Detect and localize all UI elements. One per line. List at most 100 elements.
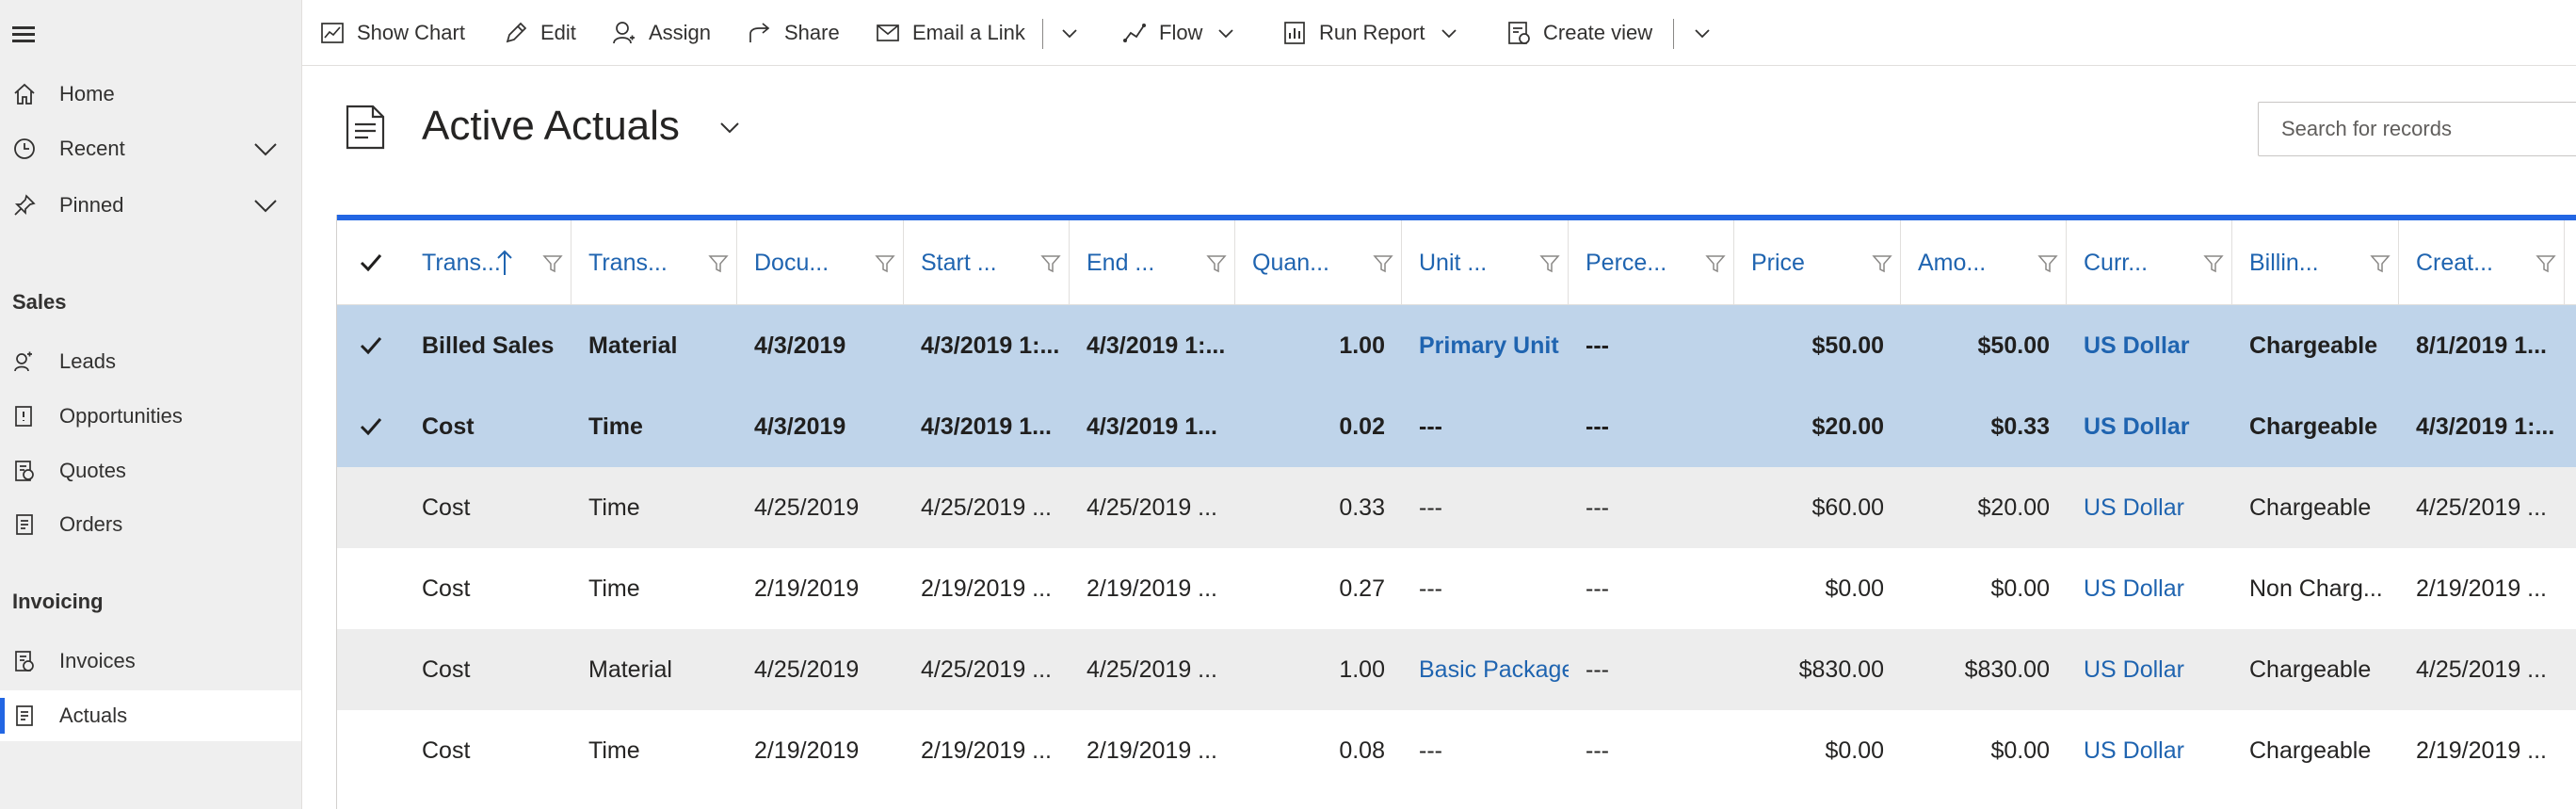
table-cell: ---: [1586, 413, 1609, 440]
chevron-down-icon[interactable]: [252, 136, 279, 162]
column-header[interactable]: Price: [1734, 220, 1901, 305]
filter-icon[interactable]: [1539, 253, 1560, 274]
table-cell: Material: [588, 655, 672, 683]
flow-icon: [1123, 24, 1146, 42]
column-header-label: Trans...: [422, 249, 501, 276]
sidebar-item-home[interactable]: Home: [0, 69, 301, 120]
row-checkbox[interactable]: [337, 467, 405, 548]
filter-icon[interactable]: [1872, 253, 1892, 274]
table-row[interactable]: Cost Time 2/19/2019 2/19/2019 ... 2/19/2019 …: [337, 710, 2576, 791]
table-cell: 4/25/2019: [754, 655, 860, 683]
person-icon: [613, 22, 635, 44]
column-header[interactable]: Curr...: [2067, 220, 2232, 305]
table-row[interactable]: Cost Time 2/19/2019 2/19/2019 ... 2/19/2019 …: [337, 548, 2576, 629]
report-icon: [1284, 22, 1305, 44]
table-cell[interactable]: US Dollar: [2067, 629, 2232, 710]
table-cell: ---: [1586, 493, 1609, 521]
table-cell[interactable]: US Dollar: [2067, 305, 2232, 386]
view-selector-chevron-icon[interactable]: [716, 114, 744, 142]
column-header[interactable]: End ...: [1070, 220, 1235, 305]
table-row[interactable]: Cost Time 4/3/2019 4/3/2019 1... 4/3/2019 1.…: [337, 386, 2576, 467]
chevron-down-icon[interactable]: [1055, 19, 1084, 47]
row-checkbox[interactable]: [337, 305, 405, 386]
row-checkbox[interactable]: [337, 386, 405, 467]
column-header[interactable]: Start ...: [904, 220, 1070, 305]
edit-button[interactable]: Edit: [503, 15, 576, 51]
filter-icon[interactable]: [1705, 253, 1726, 274]
column-header[interactable]: Creat...: [2399, 220, 2565, 305]
show-chart-button[interactable]: Show Chart: [319, 15, 465, 51]
table-cell: 0.33: [1339, 493, 1385, 521]
column-header-label: Curr...: [2084, 249, 2149, 276]
table-row[interactable]: Cost Material 4/25/2019 4/25/2019 ... 4/25/2…: [337, 629, 2576, 710]
assign-button[interactable]: Assign: [611, 15, 711, 51]
sidebar-item-actuals[interactable]: Actuals: [0, 690, 301, 741]
email-a-link-button[interactable]: Email a Link: [875, 15, 1025, 51]
group-title-sales: Sales: [12, 290, 67, 314]
select-all-checkbox[interactable]: [337, 220, 405, 305]
table-cell[interactable]: US Dollar: [2067, 467, 2232, 548]
sidebar: Home Recent Pinned Sales Leads Opportuni…: [0, 0, 302, 809]
column-header[interactable]: Docu...: [737, 220, 904, 305]
table-cell: $0.00: [1990, 736, 2050, 764]
table-cell[interactable]: Primary Unit: [1402, 305, 1569, 386]
flow-button[interactable]: Flow: [1121, 15, 1238, 51]
column-header[interactable]: Trans...: [405, 220, 572, 305]
table-cell: 8/1/2019 1...: [2416, 332, 2548, 359]
table-row[interactable]: Billed Sales Material 4/3/2019 4/3/2019 1:.…: [337, 305, 2576, 386]
table-cell: Cost: [422, 493, 471, 521]
row-checkbox[interactable]: [337, 548, 405, 629]
share-button[interactable]: Share: [747, 15, 840, 51]
table-cell: 2/19/2019 ...: [2416, 574, 2548, 602]
column-header[interactable]: Unit ...: [1402, 220, 1569, 305]
filter-icon[interactable]: [875, 253, 895, 274]
row-checkbox[interactable]: [337, 629, 405, 710]
filter-icon[interactable]: [542, 253, 563, 274]
column-header[interactable]: Billin...: [2232, 220, 2399, 305]
column-header[interactable]: Amo...: [1901, 220, 2067, 305]
sidebar-item-pinned[interactable]: Pinned: [0, 180, 301, 231]
table-cell: Chargeable: [2249, 413, 2378, 440]
hamburger-menu-icon[interactable]: [12, 23, 35, 45]
sidebar-item-orders[interactable]: Orders: [0, 499, 301, 550]
sidebar-item-quotes[interactable]: Quotes: [0, 445, 301, 496]
table-cell: 1.00: [1339, 332, 1385, 359]
table-cell: 4/3/2019 1...: [1087, 413, 1218, 440]
filter-icon[interactable]: [1373, 253, 1393, 274]
chevron-down-icon: [1218, 29, 1234, 39]
chevron-down-icon[interactable]: [252, 192, 279, 218]
table-cell: 4/3/2019: [754, 413, 846, 440]
filter-icon[interactable]: [2536, 253, 2556, 274]
table-cell: 4/25/2019 ...: [921, 655, 1053, 683]
filter-icon[interactable]: [708, 253, 729, 274]
sidebar-item-leads[interactable]: Leads: [0, 336, 301, 387]
create-view-icon: [1508, 22, 1530, 44]
filter-icon[interactable]: [1206, 253, 1227, 274]
filter-icon[interactable]: [2203, 253, 2224, 274]
create-view-button[interactable]: Create view: [1505, 15, 1652, 51]
column-header[interactable]: Trans...: [572, 220, 737, 305]
column-header[interactable]: Quan...: [1235, 220, 1402, 305]
row-checkbox[interactable]: [337, 710, 405, 791]
table-cell[interactable]: US Dollar: [2067, 710, 2232, 791]
column-header-label: Start ...: [921, 249, 997, 276]
column-header[interactable]: Perce...: [1569, 220, 1734, 305]
sidebar-item-invoices[interactable]: Invoices: [0, 636, 301, 687]
filter-icon[interactable]: [1040, 253, 1061, 274]
table-cell: 2/19/2019: [754, 574, 860, 602]
view-document-icon: [346, 105, 385, 150]
table-cell[interactable]: US Dollar: [2067, 548, 2232, 629]
table-cell: 2/19/2019 ...: [1087, 574, 1218, 602]
run-report-button[interactable]: Run Report: [1281, 15, 1461, 51]
table-cell[interactable]: US Dollar: [2067, 386, 2232, 467]
sidebar-item-recent[interactable]: Recent: [0, 123, 301, 174]
chevron-down-icon[interactable]: [1688, 19, 1716, 47]
filter-icon[interactable]: [2037, 253, 2058, 274]
filter-icon[interactable]: [2370, 253, 2391, 274]
table-cell[interactable]: Basic Package: [1402, 629, 1569, 710]
search-input[interactable]: [2258, 102, 2576, 156]
table-row[interactable]: Cost Time 4/25/2019 4/25/2019 ... 4/25/2019 …: [337, 467, 2576, 548]
home-icon: [14, 83, 35, 105]
sidebar-item-opportunities[interactable]: Opportunities: [0, 391, 301, 442]
table-cell: $0.00: [1990, 574, 2050, 602]
